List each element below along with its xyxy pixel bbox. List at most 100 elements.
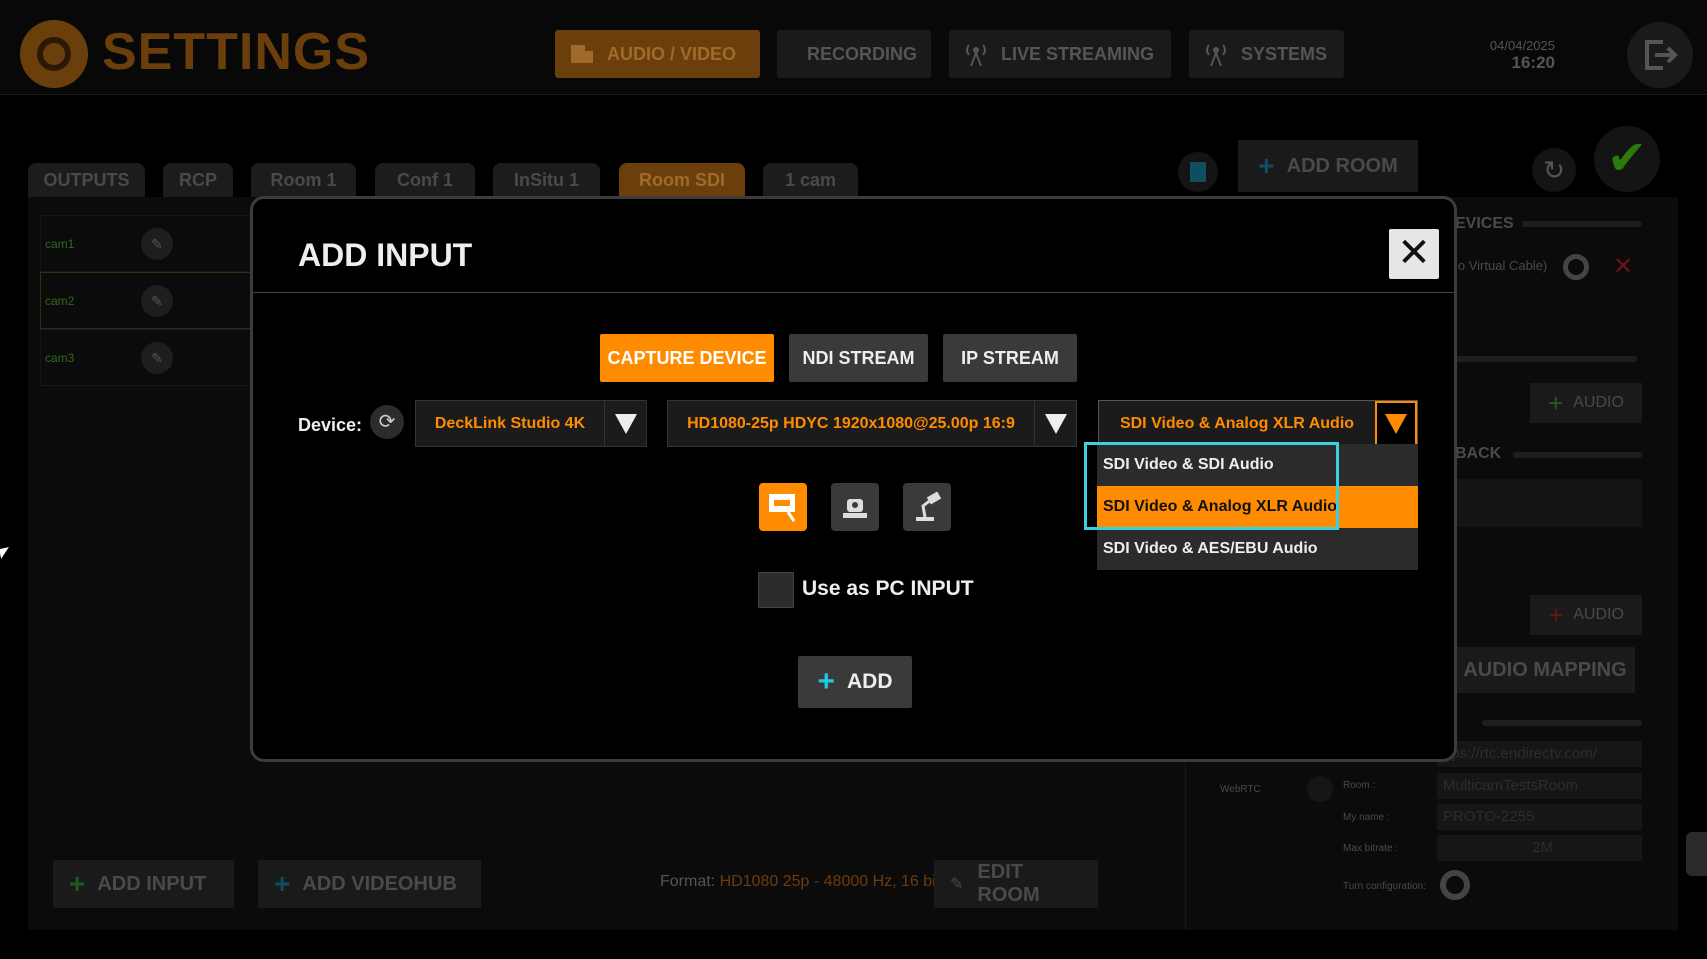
device-select[interactable]: DeckLink Studio 4K bbox=[415, 400, 647, 447]
webrtc-url-field[interactable]: ttps://rtc.endirectv.com/ bbox=[1437, 741, 1642, 767]
nav-systems[interactable]: SYSTEMS bbox=[1189, 30, 1344, 78]
logout-icon bbox=[1645, 40, 1678, 70]
add-room-button[interactable]: + ADD ROOM bbox=[1238, 140, 1418, 192]
capture-device-button[interactable]: CAPTURE DEVICE bbox=[600, 334, 774, 382]
dialog-divider bbox=[253, 292, 1454, 293]
room-label: Room : bbox=[1343, 780, 1376, 791]
nav-label: LIVE STREAMING bbox=[1001, 43, 1155, 64]
add-audio-label: AUDIO bbox=[1573, 606, 1624, 623]
audio-mapping-button[interactable]: AUDIO MAPPING bbox=[1455, 647, 1635, 693]
devices-heading: EVICES bbox=[1455, 215, 1514, 232]
add-document-button[interactable] bbox=[1178, 152, 1218, 192]
add-audio-button[interactable]: + AUDIO bbox=[1530, 383, 1642, 423]
checkmark-icon: ✔ bbox=[1606, 132, 1648, 185]
divider bbox=[1482, 720, 1642, 726]
ptz-camera-source-button[interactable] bbox=[831, 483, 879, 531]
undo-button[interactable]: ↻ bbox=[1532, 148, 1576, 192]
audio-device-name: io Virtual Cable) bbox=[1455, 258, 1548, 273]
volume-bar bbox=[1455, 356, 1637, 362]
chevron-down-icon bbox=[1034, 401, 1076, 446]
side-handle[interactable] bbox=[1686, 832, 1707, 876]
edit-room-button[interactable]: ✎ EDIT ROOM bbox=[934, 860, 1098, 908]
camera-list: cam1 ✎ cam2 ✎ cam3 ✎ bbox=[40, 215, 255, 386]
clock: 04/04/2025 16:20 bbox=[1490, 38, 1555, 73]
pencil-icon[interactable]: ✎ bbox=[141, 342, 173, 374]
time: 16:20 bbox=[1511, 53, 1555, 72]
playback-field[interactable] bbox=[1455, 479, 1642, 527]
pencil-icon[interactable]: ✎ bbox=[141, 228, 173, 260]
nav-live-streaming[interactable]: LIVE STREAMING bbox=[949, 30, 1171, 78]
pencil-icon[interactable]: ✎ bbox=[141, 285, 173, 317]
dropdown-option[interactable]: SDI Video & SDI Audio bbox=[1097, 444, 1418, 486]
tab-rcp[interactable]: RCP bbox=[163, 163, 233, 197]
max-bitrate-select[interactable]: 2M bbox=[1437, 835, 1642, 861]
audio-source-value: SDI Video & Analog XLR Audio bbox=[1119, 414, 1355, 432]
nav-recording[interactable]: RECORDING bbox=[777, 30, 931, 78]
header-bar: SETTINGS AUDIO / VIDEO RECORDING LIVE ST… bbox=[0, 0, 1707, 95]
add-videohub-label: ADD VIDEOHUB bbox=[302, 872, 457, 895]
add-button[interactable]: + ADD bbox=[798, 656, 912, 708]
gear-icon[interactable] bbox=[1563, 254, 1589, 280]
tab-insitu-1[interactable]: InSitu 1 bbox=[493, 163, 600, 197]
camera-name: cam1 bbox=[45, 236, 75, 251]
plus-icon: + bbox=[69, 868, 86, 899]
my-name-label: My name : bbox=[1343, 812, 1390, 823]
device-select-value: DeckLink Studio 4K bbox=[434, 414, 586, 432]
dropdown-option-selected[interactable]: SDI Video & Analog XLR Audio bbox=[1097, 486, 1418, 528]
tab-room-sdi[interactable]: Room SDI bbox=[619, 163, 745, 197]
ndi-stream-button[interactable]: NDI STREAM bbox=[789, 334, 928, 382]
antenna-icon bbox=[1203, 41, 1229, 67]
add-input-button[interactable]: + ADD INPUT bbox=[53, 860, 234, 908]
nav-audio-video[interactable]: AUDIO / VIDEO bbox=[555, 30, 760, 78]
device-label: Device: bbox=[298, 415, 363, 435]
close-button[interactable]: ✕ bbox=[1389, 229, 1439, 279]
pc-input-checkbox[interactable] bbox=[758, 572, 794, 608]
presentation-source-button[interactable] bbox=[759, 483, 807, 531]
add-audio-button[interactable]: + AUDIO bbox=[1530, 595, 1642, 635]
list-item[interactable]: cam1 ✎ bbox=[40, 215, 255, 272]
webrtc-toggle[interactable] bbox=[1307, 776, 1333, 802]
camera-name: cam2 bbox=[45, 293, 75, 308]
add-videohub-button[interactable]: + ADD VIDEOHUB bbox=[258, 860, 481, 908]
dialog-title: ADD INPUT bbox=[298, 237, 473, 273]
audio-source-dropdown: SDI Video & SDI Audio SDI Video & Analog… bbox=[1097, 444, 1418, 570]
gear-icon bbox=[20, 20, 88, 88]
webrtc-label: WebRTC bbox=[1220, 784, 1261, 795]
robot-camera-source-button[interactable] bbox=[903, 483, 951, 531]
mouse-cursor-icon bbox=[0, 547, 11, 559]
logout-button[interactable] bbox=[1627, 22, 1693, 88]
room-field[interactable]: MulticamTestsRoom bbox=[1437, 773, 1642, 799]
delete-icon[interactable]: ✕ bbox=[1613, 252, 1633, 281]
my-name-field[interactable]: PROTO-2255 bbox=[1437, 804, 1642, 830]
dropdown-option[interactable]: SDI Video & AES/EBU Audio bbox=[1097, 528, 1418, 570]
video-format-select[interactable]: HD1080-25p HDYC 1920x1080@25.00p 16:9 bbox=[667, 400, 1077, 447]
add-room-label: ADD ROOM bbox=[1286, 154, 1398, 177]
plus-icon: + bbox=[817, 665, 836, 698]
pencil-icon: ✎ bbox=[950, 876, 964, 893]
confirm-button[interactable]: ✔ bbox=[1594, 126, 1660, 192]
turn-config-gear-icon[interactable] bbox=[1440, 870, 1470, 900]
tab-conf-1[interactable]: Conf 1 bbox=[375, 163, 475, 197]
add-input-label: ADD INPUT bbox=[97, 872, 207, 895]
refresh-icon: ⟳ bbox=[378, 411, 396, 433]
ptz-camera-icon bbox=[843, 499, 867, 518]
audio-source-select[interactable]: SDI Video & Analog XLR Audio bbox=[1098, 400, 1418, 447]
list-item[interactable]: cam3 ✎ bbox=[40, 329, 255, 386]
ip-stream-button[interactable]: IP STREAM bbox=[943, 334, 1077, 382]
refresh-button[interactable]: ⟳ bbox=[370, 405, 404, 439]
divider bbox=[1522, 221, 1642, 227]
format-value: HD1080 25p - 48000 Hz, 16 bit bbox=[719, 873, 941, 890]
pc-input-label: Use as PC INPUT bbox=[802, 577, 974, 600]
tab-outputs[interactable]: OUTPUTS bbox=[28, 163, 145, 197]
list-item[interactable]: cam2 ✎ bbox=[40, 272, 255, 329]
tab-1-cam[interactable]: 1 cam bbox=[763, 163, 858, 197]
tab-room-1[interactable]: Room 1 bbox=[251, 163, 356, 197]
undo-icon: ↻ bbox=[1543, 155, 1565, 185]
robot-camera-icon bbox=[916, 491, 942, 521]
plus-icon: + bbox=[274, 868, 291, 899]
add-audio-label: AUDIO bbox=[1573, 394, 1624, 411]
video-format-value: HD1080-25p HDYC 1920x1080@25.00p 16:9 bbox=[687, 414, 1015, 432]
plus-icon: + bbox=[1258, 150, 1275, 181]
format-info: Format: HD1080 25p - 48000 Hz, 16 bit bbox=[660, 873, 940, 891]
nav-label: RECORDING bbox=[807, 43, 918, 64]
